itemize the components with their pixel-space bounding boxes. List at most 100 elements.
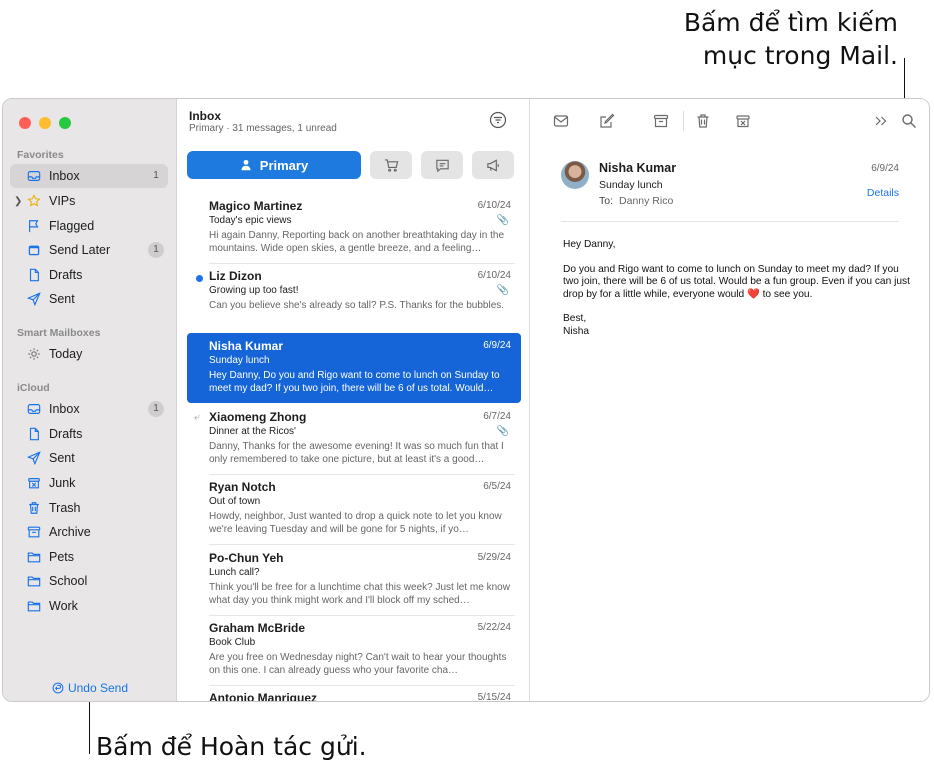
paperclip-icon: 📎 [496,426,509,437]
junk-icon[interactable] [733,111,753,131]
sidebar-item-label: Work [49,599,78,613]
search-icon[interactable] [899,111,919,131]
sidebar-item-drafts[interactable]: Drafts [10,263,168,287]
sidebar-item-label: Pets [49,550,75,564]
smart-mailboxes-header: Smart Mailboxes [17,327,101,339]
unread-dot-icon [196,275,203,282]
sidebar-item-work[interactable]: Work [10,594,168,618]
folder-icon [26,573,42,589]
compose-icon[interactable] [597,111,617,131]
list-item[interactable]: Magico Martinez 6/10/24 Today's epic vie… [187,193,521,264]
sidebar-item-inbox[interactable]: Inbox 1 [10,164,168,188]
envelope-icon[interactable] [551,111,571,131]
sidebar-item-label: Today [49,347,83,361]
undo-send-label: Undo Send [67,681,129,695]
header-divider [561,221,899,222]
tab-updates[interactable] [421,151,463,179]
message-subject: Lunch call? [209,567,260,578]
sidebar-item-pets[interactable]: Pets [10,545,168,569]
chevron-right-icon[interactable]: ❯ [14,196,22,207]
sidebar-item-label: Drafts [49,427,83,441]
mailbox-subtitle: Primary · 31 messages, 1 unread [189,123,337,134]
message-date: 5/22/24 [477,622,511,633]
paperplane-icon [26,291,42,307]
message-preview: Think you'll be free for a lunchtime cha… [209,582,510,606]
list-item[interactable]: Ryan Notch 6/5/24 Out of town Howdy, nei… [187,474,521,545]
minimize-button[interactable] [39,117,51,129]
list-item[interactable]: ⤶ Xiaomeng Zhong 6/7/24 Dinner at the Ri… [187,404,521,475]
search-callout: Bấm để tìm kiếm mục trong Mail. [684,6,898,72]
archive-icon[interactable] [651,111,671,131]
sender-name: Nisha Kumar [209,339,284,353]
filter-icon[interactable] [489,111,507,129]
body-greeting: Hey Danny, [563,239,616,250]
tab-primary[interactable]: Primary [187,151,361,179]
undo-icon [52,682,64,694]
message-preview: Danny, Thanks for the awesome evening! I… [209,441,504,465]
sidebar-item-sent[interactable]: Sent [10,287,168,311]
toolbar-divider [683,111,684,131]
body-text: Do you and Rigo want to come to lunch on… [563,263,910,300]
inbox-icon [26,401,42,417]
favorites-header: Favorites [17,149,64,161]
sidebar-item-label: Flagged [49,219,95,233]
undo-send-callout: Bấm để Hoàn tác gửi. [96,732,367,761]
sidebar-item-vips[interactable]: ❯ VIPs [10,189,168,213]
message-subject: Sunday lunch [209,355,270,366]
details-link[interactable]: Details [867,187,899,199]
calendar-icon [26,242,42,258]
message-preview: Hey Danny, Do you and Rigo want to come … [209,370,500,394]
category-tabs: Primary [187,151,514,179]
reader-recipients: To: Danny Rico [599,195,673,207]
undo-send-button[interactable]: Undo Send [3,681,177,695]
archive-icon [26,524,42,540]
sidebar-item-school[interactable]: School [10,569,168,593]
flag-icon [26,218,42,234]
sidebar-item-archive[interactable]: Archive [10,520,168,544]
sidebar-item-junk[interactable]: Junk [10,471,168,495]
reader-date: 6/9/24 [871,163,899,174]
heart-emoji: ❤️ [747,288,760,300]
folder-icon [26,598,42,614]
trash-icon[interactable] [693,111,713,131]
body-signoff: Best, [563,313,587,324]
reader-subject: Sunday lunch [599,179,663,191]
tab-transactions[interactable] [370,151,412,179]
sidebar-item-icloud-sent[interactable]: Sent [10,446,168,470]
tab-promotions[interactable] [472,151,514,179]
close-button[interactable] [19,117,31,129]
sidebar-item-label: Trash [49,501,81,515]
gear-icon [26,346,42,362]
list-item[interactable]: Liz Dizon 6/10/24 Growing up too fast! 📎… [187,263,521,334]
message-date: 5/15/24 [477,692,511,702]
message-preview: Are you free on Wednesday night? Can't w… [209,652,507,676]
recipient-name[interactable]: Danny Rico [619,195,673,207]
message-date: 6/5/24 [483,481,511,492]
paperplane-icon [26,450,42,466]
junk-icon [26,475,42,491]
sidebar-item-label: VIPs [49,194,76,208]
list-item[interactable]: Po-Chun Yeh 5/29/24 Lunch call? Think yo… [187,545,521,616]
list-item-selected[interactable]: Nisha Kumar 6/9/24 Sunday lunch Hey Dann… [187,333,521,403]
search-callout-line1: Bấm để tìm kiếm [683,8,898,37]
sender-name: Xiaomeng Zhong [209,410,307,424]
sidebar-item-icloud-inbox[interactable]: Inbox 1 [10,397,168,421]
list-item[interactable]: Graham McBride 5/22/24 Book Club Are you… [187,615,521,686]
trash-icon [26,500,42,516]
zoom-button[interactable] [59,117,71,129]
list-item[interactable]: Antonio Manriquez 5/15/24 [187,685,521,702]
sidebar-item-trash[interactable]: Trash [10,496,168,520]
more-chevron-icon[interactable] [871,111,891,131]
message-date: 6/9/24 [483,340,511,351]
sidebar-item-send-later[interactable]: Send Later 1 [10,238,168,262]
message-date: 6/10/24 [477,270,511,281]
sidebar-item-today[interactable]: Today [10,342,168,366]
avatar [561,161,589,189]
sidebar-item-label: School [49,574,88,588]
mailbox-title: Inbox [189,109,221,123]
star-icon [26,193,42,209]
paperclip-icon: 📎 [496,285,509,296]
sidebar-item-flagged[interactable]: Flagged [10,214,168,238]
sidebar-item-icloud-drafts[interactable]: Drafts [10,422,168,446]
count-badge: 1 [148,242,164,258]
